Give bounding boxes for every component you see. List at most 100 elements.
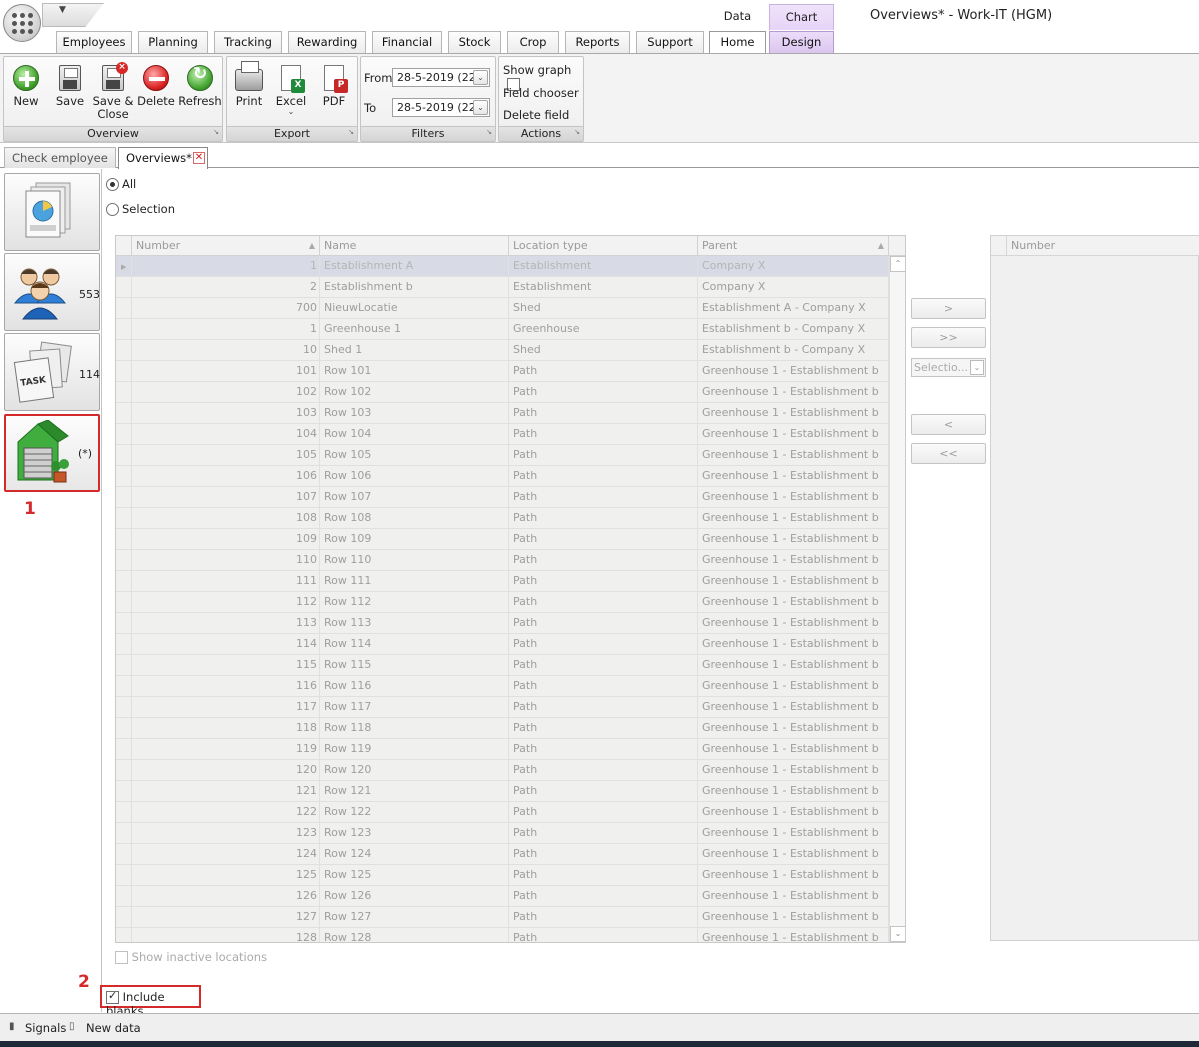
row-indicator[interactable] xyxy=(116,865,132,886)
table-row[interactable]: ▶ 1 Establishment A Establishment Company X xyxy=(116,256,889,277)
row-indicator[interactable] xyxy=(116,529,132,550)
tab-financial[interactable]: Financial xyxy=(372,31,442,53)
row-indicator[interactable] xyxy=(116,298,132,319)
pdf-button[interactable]: P PDF xyxy=(312,59,356,121)
new-button[interactable]: New xyxy=(4,59,48,121)
doc-tab-overviews[interactable]: Overviews* ✕ xyxy=(118,147,208,169)
row-indicator[interactable] xyxy=(116,823,132,844)
tab-employees[interactable]: Employees xyxy=(56,31,132,53)
table-row[interactable]: 102 Row 102 Path Greenhouse 1 - Establishme… xyxy=(116,382,889,403)
dialog-launcher-icon[interactable]: ↘ xyxy=(574,125,580,139)
scroll-down-icon[interactable]: ⌄ xyxy=(890,926,905,942)
table-row[interactable]: 104 Row 104 Path Greenhouse 1 - Establishme… xyxy=(116,424,889,445)
column-header-parent[interactable]: Parent ▲ xyxy=(698,236,889,256)
table-row[interactable]: 115 Row 115 Path Greenhouse 1 - Establishme… xyxy=(116,655,889,676)
include-blanks-option[interactable]: Include blanks xyxy=(100,985,201,1018)
row-indicator[interactable] xyxy=(116,697,132,718)
refresh-button[interactable]: Refresh xyxy=(177,59,223,121)
table-row[interactable]: 122 Row 122 Path Greenhouse 1 - Establishme… xyxy=(116,802,889,823)
row-indicator[interactable] xyxy=(116,907,132,928)
row-indicator[interactable] xyxy=(116,508,132,529)
tab-support[interactable]: Support xyxy=(636,31,704,53)
row-indicator[interactable] xyxy=(116,361,132,382)
tab-home[interactable]: Home xyxy=(709,31,766,55)
table-row[interactable]: 114 Row 114 Path Greenhouse 1 - Establishme… xyxy=(116,634,889,655)
save-close-button[interactable]: × Save & Close xyxy=(90,59,136,121)
table-row[interactable]: 1 Greenhouse 1 Greenhouse Establishment b -… xyxy=(116,319,889,340)
to-date-combo[interactable]: 28-5-2019 (22) ⌄ xyxy=(392,98,490,117)
nav-general-overview[interactable] xyxy=(4,173,100,251)
tab-crop[interactable]: Crop xyxy=(507,31,559,53)
chevron-down-icon[interactable]: ⌄ xyxy=(473,70,488,85)
include-blanks-checkbox[interactable] xyxy=(106,989,119,1004)
column-header-number[interactable]: Number ▲ xyxy=(132,236,320,256)
row-indicator[interactable] xyxy=(116,886,132,907)
delete-button[interactable]: Delete xyxy=(134,59,178,121)
remove-all-button[interactable]: << xyxy=(911,443,986,464)
delete-field-button[interactable]: Delete field xyxy=(503,108,569,122)
table-row[interactable]: 126 Row 126 Path Greenhouse 1 - Establishme… xyxy=(116,886,889,907)
new-data-link[interactable]: New data xyxy=(86,1021,141,1035)
table-row[interactable]: 2 Establishment b Establishment Company X xyxy=(116,277,889,298)
chevron-down-icon[interactable]: ⌄ xyxy=(473,100,488,115)
quick-access-toolbar[interactable] xyxy=(42,3,104,27)
table-row[interactable]: 10 Shed 1 Shed Establishment b - Company X xyxy=(116,340,889,361)
field-chooser-button[interactable]: Field chooser xyxy=(503,86,579,100)
row-indicator[interactable] xyxy=(116,760,132,781)
save-button[interactable]: Save xyxy=(48,59,92,121)
grid-scrollbar[interactable]: ⌃ ⌄ xyxy=(889,256,905,942)
row-indicator[interactable] xyxy=(116,340,132,361)
selection-combo[interactable]: Selectio... ⌄ xyxy=(911,358,986,377)
nav-tasks-overview[interactable]: TASK 114 xyxy=(4,333,100,411)
dialog-launcher-icon[interactable]: ↘ xyxy=(348,125,354,139)
tab-stock[interactable]: Stock xyxy=(448,31,501,53)
table-row[interactable]: 121 Row 121 Path Greenhouse 1 - Establishme… xyxy=(116,781,889,802)
row-indicator[interactable] xyxy=(116,781,132,802)
add-all-button[interactable]: >> xyxy=(911,327,986,348)
row-indicator[interactable] xyxy=(116,844,132,865)
show-inactive-locations-option[interactable]: Show inactive locations xyxy=(115,950,267,964)
column-header-location-type[interactable]: Location type xyxy=(509,236,698,256)
tab-design[interactable]: Design xyxy=(769,31,834,53)
row-indicator[interactable] xyxy=(116,277,132,298)
table-row[interactable]: 117 Row 117 Path Greenhouse 1 - Establishme… xyxy=(116,697,889,718)
filter-selection-option[interactable]: Selection xyxy=(106,202,175,216)
table-row[interactable]: 108 Row 108 Path Greenhouse 1 - Establishme… xyxy=(116,508,889,529)
table-row[interactable]: 110 Row 110 Path Greenhouse 1 - Establishme… xyxy=(116,550,889,571)
table-row[interactable]: 700 NieuwLocatie Shed Establishment A - Com… xyxy=(116,298,889,319)
table-row[interactable]: 119 Row 119 Path Greenhouse 1 - Establishme… xyxy=(116,739,889,760)
table-row[interactable]: 120 Row 120 Path Greenhouse 1 - Establishme… xyxy=(116,760,889,781)
table-row[interactable]: 125 Row 125 Path Greenhouse 1 - Establishme… xyxy=(116,865,889,886)
column-header-selected-number[interactable]: Number xyxy=(1011,236,1055,255)
table-row[interactable]: 128 Row 128 Path Greenhouse 1 - Establishme… xyxy=(116,928,889,942)
table-row[interactable]: 112 Row 112 Path Greenhouse 1 - Establishme… xyxy=(116,592,889,613)
tab-planning[interactable]: Planning xyxy=(138,31,208,53)
scroll-up-icon[interactable]: ⌃ xyxy=(890,256,905,272)
signals-link[interactable]: Signals xyxy=(25,1021,66,1035)
row-indicator[interactable] xyxy=(116,487,132,508)
column-header-name[interactable]: Name xyxy=(320,236,509,256)
row-indicator[interactable] xyxy=(116,676,132,697)
remove-selected-button[interactable]: < xyxy=(911,414,986,435)
table-row[interactable]: 123 Row 123 Path Greenhouse 1 - Establishme… xyxy=(116,823,889,844)
app-menu-button[interactable] xyxy=(3,4,41,42)
row-indicator[interactable] xyxy=(116,655,132,676)
filter-all-option[interactable]: All xyxy=(106,177,136,191)
nav-locations-overview[interactable]: (*) xyxy=(4,414,100,492)
table-row[interactable]: 118 Row 118 Path Greenhouse 1 - Establishme… xyxy=(116,718,889,739)
table-row[interactable]: 124 Row 124 Path Greenhouse 1 - Establishme… xyxy=(116,844,889,865)
row-indicator[interactable] xyxy=(116,592,132,613)
dialog-launcher-icon[interactable]: ↘ xyxy=(486,125,492,139)
table-row[interactable]: 127 Row 127 Path Greenhouse 1 - Establishme… xyxy=(116,907,889,928)
table-row[interactable]: 113 Row 113 Path Greenhouse 1 - Establishme… xyxy=(116,613,889,634)
dialog-launcher-icon[interactable]: ↘ xyxy=(213,125,219,139)
chevron-down-icon[interactable]: ⌄ xyxy=(970,360,984,375)
tab-tracking[interactable]: Tracking xyxy=(214,31,282,53)
row-indicator[interactable] xyxy=(116,613,132,634)
tab-rewarding[interactable]: Rewarding xyxy=(288,31,366,53)
row-indicator[interactable] xyxy=(116,739,132,760)
close-icon[interactable]: ✕ xyxy=(193,152,205,164)
doc-tab-check-employee[interactable]: Check employee xyxy=(4,147,116,168)
row-indicator[interactable] xyxy=(116,802,132,823)
table-row[interactable]: 103 Row 103 Path Greenhouse 1 - Establishme… xyxy=(116,403,889,424)
